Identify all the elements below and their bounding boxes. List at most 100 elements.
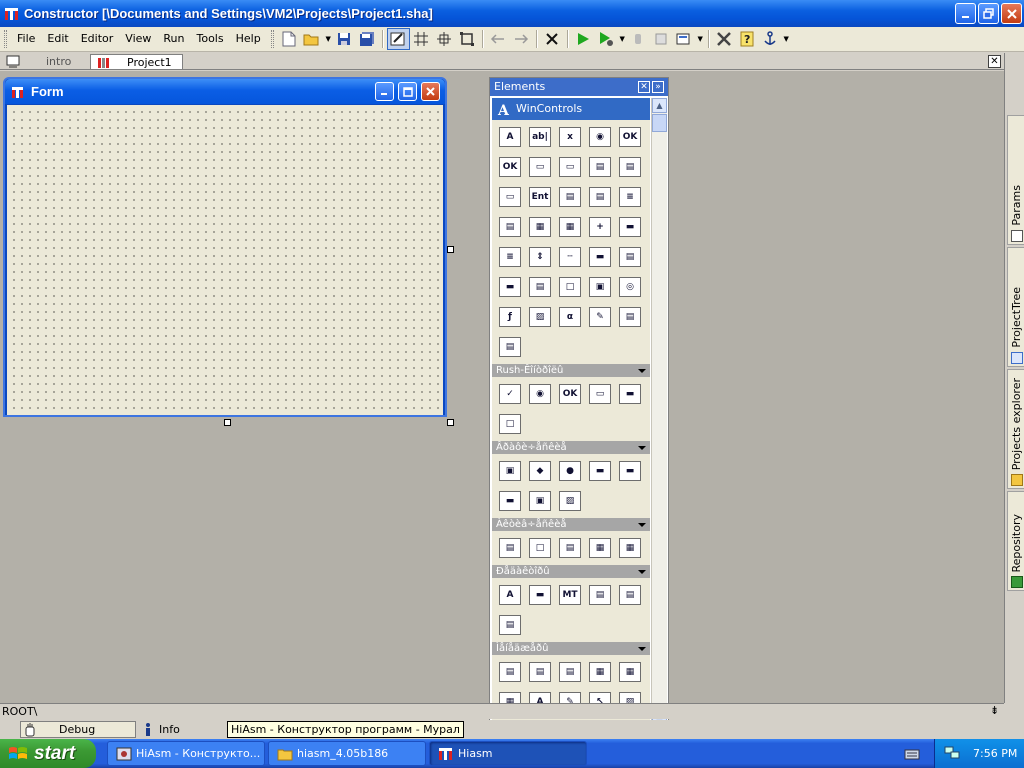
element-item[interactable]: ▭ — [495, 182, 525, 212]
anchor-dropdown[interactable]: ▼ — [782, 28, 791, 50]
element-item[interactable]: x — [555, 122, 585, 152]
start-button[interactable]: start — [0, 739, 96, 768]
tab-info[interactable]: Info — [138, 721, 228, 738]
element-group-header[interactable]: Ìåíåäæåðû — [492, 642, 650, 655]
element-item[interactable]: ▤ — [525, 272, 555, 302]
save-all-button[interactable] — [356, 28, 379, 50]
element-item[interactable]: MT — [555, 580, 585, 610]
element-item[interactable]: ▤ — [555, 657, 585, 687]
element-item[interactable]: α — [555, 302, 585, 332]
element-item[interactable]: ● — [555, 456, 585, 486]
element-item[interactable]: OK — [495, 152, 525, 182]
close-button[interactable] — [1001, 3, 1022, 24]
element-item[interactable]: ▤ — [525, 657, 555, 687]
element-item[interactable]: ◆ — [525, 456, 555, 486]
element-item[interactable]: + — [585, 212, 615, 242]
menu-view[interactable]: View — [119, 29, 157, 49]
elements-close-button[interactable]: ✕ — [638, 81, 650, 93]
element-item[interactable]: ✓ — [495, 379, 525, 409]
redo-button[interactable] — [510, 28, 533, 50]
element-item[interactable]: ◉ — [585, 122, 615, 152]
element-item[interactable]: □ — [525, 533, 555, 563]
tab-list-icon[interactable] — [6, 54, 20, 68]
resize-handle-bottom[interactable] — [224, 419, 231, 426]
element-item[interactable]: □ — [555, 272, 585, 302]
elements-title-bar[interactable]: Elements ✕ » — [490, 78, 668, 96]
elements-collapse-button[interactable]: » — [652, 81, 664, 93]
menu-edit[interactable]: Edit — [41, 29, 74, 49]
form-maximize-button[interactable] — [398, 82, 417, 101]
element-item[interactable]: ▬ — [615, 379, 645, 409]
elements-scrollbar[interactable]: ▲ ▼ — [651, 98, 667, 730]
element-item[interactable]: ▬ — [585, 242, 615, 272]
run-dropdown[interactable]: ▼ — [618, 28, 627, 50]
element-item[interactable]: ▬ — [495, 272, 525, 302]
run-options-button[interactable] — [595, 28, 618, 50]
element-item[interactable]: ▤ — [495, 657, 525, 687]
open-dropdown[interactable]: ▼ — [324, 28, 333, 50]
element-item[interactable]: ▬ — [495, 486, 525, 516]
element-item[interactable]: ▣ — [495, 456, 525, 486]
element-item[interactable]: □ — [495, 409, 525, 439]
element-item[interactable]: ▤ — [585, 182, 615, 212]
element-item[interactable]: ▨ — [525, 302, 555, 332]
tools-button[interactable] — [713, 28, 736, 50]
restore-button[interactable] — [978, 3, 999, 24]
element-item[interactable]: ▦ — [585, 657, 615, 687]
form-design-canvas[interactable] — [7, 105, 443, 415]
grid-button[interactable] — [410, 28, 433, 50]
edit-form-button[interactable] — [386, 28, 410, 50]
element-item[interactable]: ▦ — [615, 657, 645, 687]
resize-handle-corner[interactable] — [447, 419, 454, 426]
open-button[interactable] — [301, 28, 324, 50]
element-item[interactable]: ▭ — [585, 379, 615, 409]
element-group-header[interactable]: A WinControls — [492, 98, 650, 120]
element-item[interactable]: ▦ — [555, 212, 585, 242]
help-button[interactable]: ? — [736, 28, 759, 50]
undo-button[interactable] — [487, 28, 510, 50]
element-item[interactable]: ▬ — [525, 580, 555, 610]
element-item[interactable]: ▭ — [555, 152, 585, 182]
element-item[interactable]: ▤ — [495, 212, 525, 242]
tab-projects-explorer[interactable]: Projects explorer — [1007, 369, 1024, 489]
element-item[interactable]: ▦ — [525, 212, 555, 242]
tab-project1[interactable]: Project1 — [90, 54, 183, 69]
element-group-header[interactable]: Rush-Êîíòðîëû — [492, 364, 650, 377]
element-item[interactable]: ≡ — [615, 182, 645, 212]
element-item[interactable]: ▤ — [615, 302, 645, 332]
element-item[interactable]: ▤ — [615, 580, 645, 610]
element-item[interactable]: ▤ — [495, 533, 525, 563]
resize-handle-right[interactable] — [447, 246, 454, 253]
tab-debug[interactable]: Debug — [20, 721, 136, 738]
element-item[interactable]: ▤ — [555, 533, 585, 563]
keyboard-icon[interactable] — [904, 747, 920, 761]
element-item[interactable]: ▤ — [615, 242, 645, 272]
element-item[interactable]: ▦ — [585, 533, 615, 563]
close-tab-button[interactable]: ✕ — [988, 55, 1001, 68]
save-button[interactable] — [333, 28, 356, 50]
element-item[interactable]: ▣ — [585, 272, 615, 302]
menu-run[interactable]: Run — [157, 29, 190, 49]
delete-button[interactable] — [541, 28, 564, 50]
element-item[interactable]: ▬ — [615, 212, 645, 242]
element-item[interactable]: ▤ — [615, 152, 645, 182]
tab-projecttree[interactable]: ProjectTree — [1007, 247, 1024, 367]
element-item[interactable]: ▤ — [495, 332, 525, 362]
fit-button[interactable] — [456, 28, 479, 50]
element-item[interactable]: ƒ — [495, 302, 525, 332]
element-item[interactable]: OK — [555, 379, 585, 409]
element-item[interactable]: OK — [615, 122, 645, 152]
element-item[interactable]: ▤ — [495, 610, 525, 640]
element-item[interactable]: ◉ — [525, 379, 555, 409]
element-item[interactable]: ╌ — [555, 242, 585, 272]
panel-splitter-icon[interactable]: ⇟ — [990, 704, 1002, 718]
form-close-button[interactable] — [421, 82, 440, 101]
element-item[interactable]: ▬ — [585, 456, 615, 486]
stop-button[interactable] — [650, 28, 673, 50]
element-item[interactable]: ▤ — [585, 152, 615, 182]
element-item[interactable]: ▦ — [615, 533, 645, 563]
element-item[interactable]: ▣ — [525, 486, 555, 516]
taskbar-task-hiasm-folder[interactable]: hiasm_4.05b186 — [268, 741, 426, 766]
taskbar-task-hiasm-constructor[interactable]: HiAsm - Конструкто... — [107, 741, 265, 766]
element-group-header[interactable]: Âðàôè÷åñêèå — [492, 441, 650, 454]
